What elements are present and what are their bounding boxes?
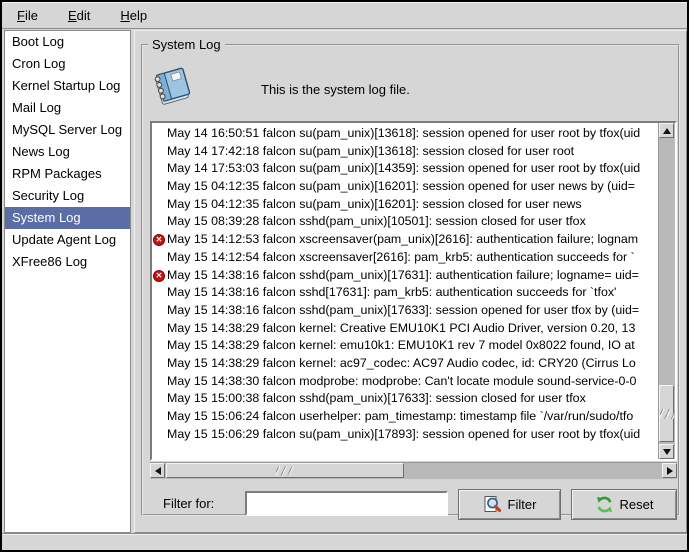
thumb-grip — [660, 409, 674, 419]
log-line[interactable]: May 15 14:38:30 falcon modprobe: modprob… — [152, 373, 658, 391]
log-line[interactable]: May 15 14:38:29 falcon kernel: ac97_code… — [152, 355, 658, 373]
log-text: May 14 17:53:03 falcon su(pam_unix)[1435… — [167, 161, 640, 175]
reset-refresh-icon — [595, 495, 614, 514]
log-text: May 15 15:06:24 falcon userhelper: pam_t… — [167, 409, 633, 423]
log-line[interactable]: May 15 08:39:28 falcon sshd(pam_unix)[10… — [152, 213, 658, 231]
sidebar-item-system-log[interactable]: System Log — [5, 207, 130, 229]
sidebar-item-mail-log[interactable]: Mail Log — [5, 97, 130, 119]
log-text: May 15 08:39:28 falcon sshd(pam_unix)[10… — [167, 214, 586, 228]
log-text: May 15 14:38:29 falcon kernel: Creative … — [167, 321, 635, 335]
log-text: May 15 04:12:35 falcon su(pam_unix)[1620… — [167, 197, 582, 211]
filter-button-label: Filter — [508, 497, 537, 512]
vertical-scroll-thumb[interactable] — [659, 385, 674, 442]
scroll-up-button[interactable] — [659, 123, 674, 138]
log-line[interactable]: May 14 16:50:51 falcon su(pam_unix)[1361… — [152, 125, 658, 143]
notebook-icon — [149, 62, 191, 110]
log-text: May 15 14:38:30 falcon modprobe: modprob… — [167, 374, 636, 388]
log-view: May 14 16:50:51 falcon su(pam_unix)[1361… — [150, 121, 677, 461]
sidebar-item-kernel-startup-log[interactable]: Kernel Startup Log — [5, 75, 130, 97]
vertical-scrollbar[interactable] — [658, 123, 675, 459]
frame-title: System Log — [148, 37, 225, 52]
sidebar-item-boot-log[interactable]: Boot Log — [5, 31, 130, 53]
statusbar — [2, 533, 687, 550]
scroll-right-button[interactable] — [662, 463, 677, 478]
log-text: May 15 14:38:16 falcon sshd[17631]: pam_… — [167, 285, 616, 299]
log-text: May 15 04:12:35 falcon su(pam_unix)[1620… — [167, 179, 635, 193]
log-line[interactable]: May 15 14:38:29 falcon kernel: emu10k1: … — [152, 337, 658, 355]
menu-file[interactable]: File — [8, 5, 47, 26]
log-text: May 14 16:50:51 falcon su(pam_unix)[1361… — [167, 126, 640, 140]
sidebar-item-rpm-packages[interactable]: RPM Packages — [5, 163, 130, 185]
log-list-sidebar: Boot LogCron LogKernel Startup LogMail L… — [4, 30, 131, 533]
sidebar-item-security-log[interactable]: Security Log — [5, 185, 130, 207]
log-line[interactable]: May 15 14:38:16 falcon sshd(pam_unix)[17… — [152, 302, 658, 320]
thumb-grip — [276, 466, 294, 475]
log-line[interactable]: ✕May 15 14:12:53 falcon xscreensaver(pam… — [152, 231, 658, 249]
sidebar-item-update-agent-log[interactable]: Update Agent Log — [5, 229, 130, 251]
system-log-frame: System Log This is the system log file. — [141, 37, 680, 516]
error-icon: ✕ — [153, 234, 165, 246]
menubar: File Edit Help — [2, 2, 687, 29]
log-line[interactable]: May 15 15:00:38 falcon sshd(pam_unix)[17… — [152, 390, 658, 408]
app-window: File Edit Help Boot LogCron LogKernel Star… — [0, 0, 689, 552]
log-line[interactable]: May 15 15:06:29 falcon su(pam_unix)[1789… — [152, 426, 658, 444]
log-line[interactable]: May 14 17:42:18 falcon su(pam_unix)[1361… — [152, 143, 658, 161]
filter-label: Filter for: — [163, 496, 214, 511]
filter-search-icon — [483, 495, 502, 514]
filter-button[interactable]: Filter — [458, 489, 561, 520]
log-text: May 14 17:42:18 falcon su(pam_unix)[1361… — [167, 144, 574, 158]
log-line[interactable]: ✕May 15 14:38:16 falcon sshd(pam_unix)[1… — [152, 267, 658, 285]
log-text: May 15 14:38:16 falcon sshd(pam_unix)[17… — [167, 303, 639, 317]
main-panel: System Log This is the system log file. — [134, 30, 687, 533]
menu-edit[interactable]: Edit — [59, 5, 99, 26]
log-line[interactable]: May 15 15:06:24 falcon userhelper: pam_t… — [152, 408, 658, 426]
log-text: May 15 15:00:38 falcon sshd(pam_unix)[17… — [167, 391, 586, 405]
log-text: May 15 14:12:54 falcon xscreensaver[2616… — [167, 250, 635, 264]
scroll-left-button[interactable] — [150, 463, 165, 478]
error-icon: ✕ — [153, 270, 165, 282]
log-text: May 15 14:12:53 falcon xscreensaver(pam_… — [167, 232, 638, 246]
log-description: This is the system log file. — [261, 82, 410, 97]
log-line[interactable]: May 15 14:38:16 falcon sshd[17631]: pam_… — [152, 284, 658, 302]
log-text: May 15 14:38:16 falcon sshd(pam_unix)[17… — [167, 268, 639, 282]
filter-input[interactable] — [245, 491, 448, 516]
scroll-down-button[interactable] — [659, 444, 674, 459]
sidebar-item-cron-log[interactable]: Cron Log — [5, 53, 130, 75]
log-line[interactable]: May 15 04:12:35 falcon su(pam_unix)[1620… — [152, 196, 658, 214]
horizontal-scroll-thumb[interactable] — [166, 463, 404, 478]
log-line[interactable]: May 14 17:53:03 falcon su(pam_unix)[1435… — [152, 160, 658, 178]
log-text: May 15 14:38:29 falcon kernel: emu10k1: … — [167, 338, 635, 352]
log-line[interactable]: May 15 04:12:35 falcon su(pam_unix)[1620… — [152, 178, 658, 196]
sidebar-item-news-log[interactable]: News Log — [5, 141, 130, 163]
menu-help[interactable]: Help — [111, 5, 156, 26]
sidebar-item-xfree86-log[interactable]: XFree86 Log — [5, 251, 130, 273]
log-text: May 15 14:38:29 falcon kernel: ac97_code… — [167, 356, 636, 370]
reset-button-label: Reset — [620, 497, 654, 512]
horizontal-scrollbar[interactable] — [150, 462, 677, 479]
log-text: May 15 15:06:29 falcon su(pam_unix)[1789… — [167, 427, 640, 441]
sidebar-item-mysql-server-log[interactable]: MySQL Server Log — [5, 119, 130, 141]
log-viewport: May 14 16:50:51 falcon su(pam_unix)[1361… — [152, 123, 658, 459]
log-line[interactable]: May 15 14:38:29 falcon kernel: Creative … — [152, 320, 658, 338]
reset-button[interactable]: Reset — [571, 489, 677, 520]
log-line[interactable]: May 15 14:12:54 falcon xscreensaver[2616… — [152, 249, 658, 267]
